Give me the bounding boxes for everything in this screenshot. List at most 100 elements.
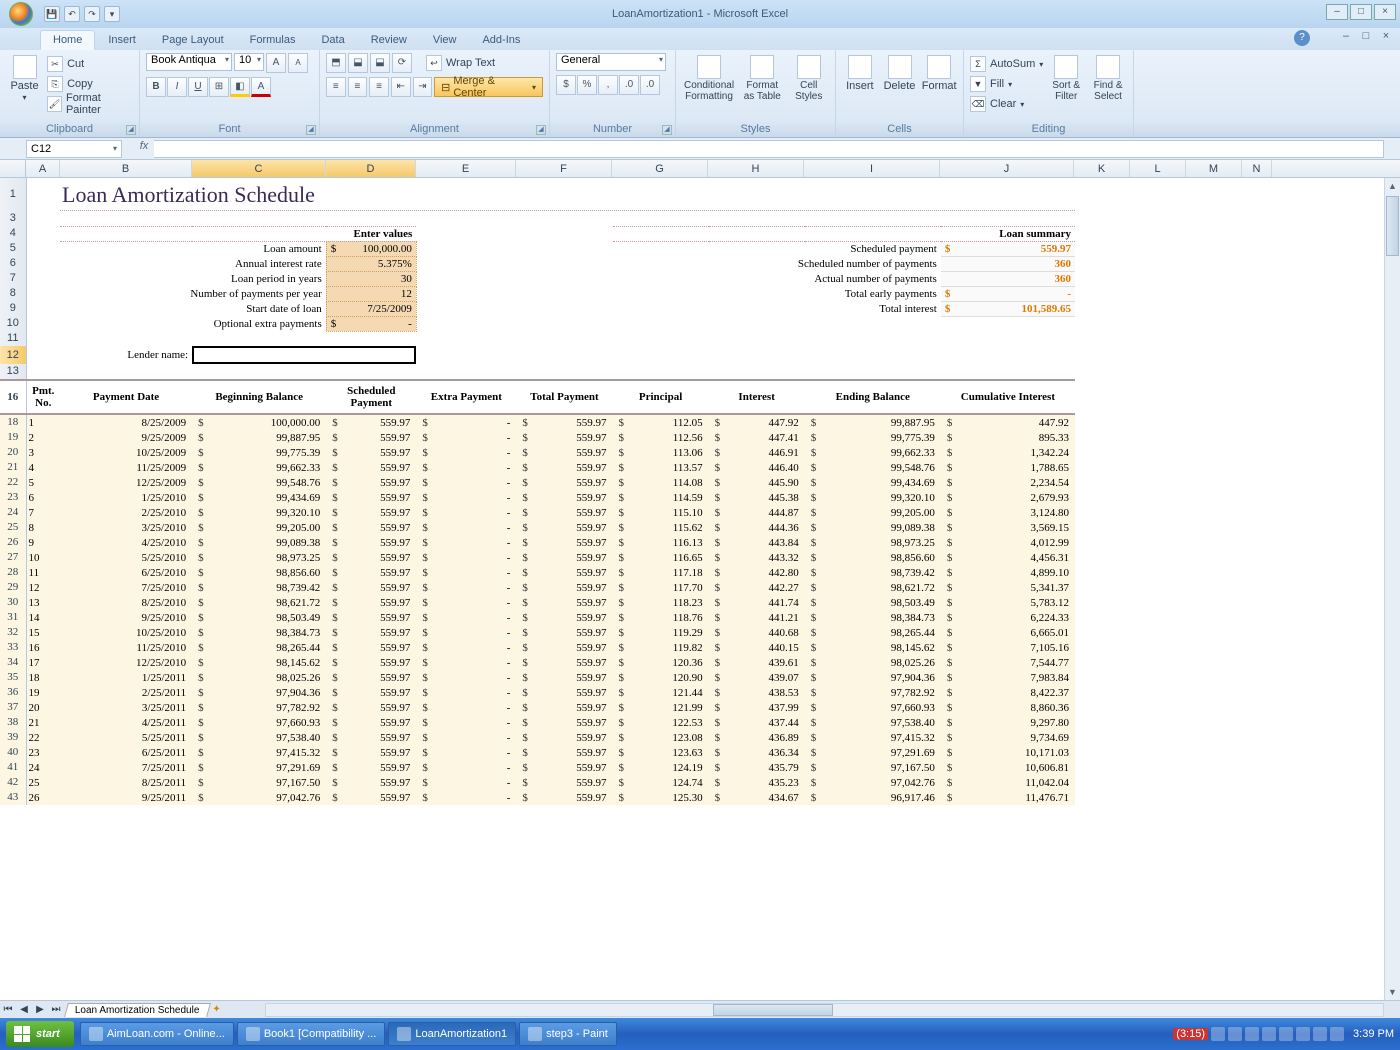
- font-name-dropdown[interactable]: Book Antiqua: [146, 53, 232, 71]
- minimize-button[interactable]: –: [1326, 4, 1348, 20]
- worksheet-grid[interactable]: 1Loan Amortization Schedule34Enter value…: [0, 178, 1400, 1000]
- row-header[interactable]: 40: [0, 745, 26, 760]
- row-header[interactable]: 28: [0, 565, 26, 580]
- row-header[interactable]: 4: [0, 226, 26, 241]
- merge-center-button[interactable]: ⊟Merge & Center▾: [434, 77, 543, 97]
- row-header[interactable]: 39: [0, 730, 26, 745]
- format-painter-button[interactable]: 🖌Format Painter: [47, 95, 133, 113]
- row-header[interactable]: 42: [0, 775, 26, 790]
- row-header[interactable]: 5: [0, 241, 26, 256]
- input-value[interactable]: $100,000.00: [326, 241, 416, 256]
- shrink-font-button[interactable]: A: [288, 53, 308, 73]
- row-header[interactable]: 41: [0, 760, 26, 775]
- doc-minimize-button[interactable]: –: [1338, 30, 1354, 44]
- tray-icon[interactable]: [1262, 1027, 1276, 1041]
- tab-nav-next[interactable]: ▶: [32, 1004, 48, 1015]
- grow-font-button[interactable]: A: [266, 53, 286, 73]
- tab-add-ins[interactable]: Add-Ins: [469, 30, 533, 50]
- row-header[interactable]: 37: [0, 700, 26, 715]
- formula-input[interactable]: [154, 140, 1384, 158]
- row-header[interactable]: 6: [0, 256, 26, 271]
- tab-home[interactable]: Home: [40, 30, 95, 50]
- col-header-K[interactable]: K: [1074, 160, 1130, 177]
- save-icon[interactable]: 💾: [44, 6, 60, 22]
- col-header-J[interactable]: J: [940, 160, 1074, 177]
- scroll-up-icon[interactable]: ▲: [1385, 178, 1400, 194]
- italic-button[interactable]: I: [167, 77, 187, 97]
- input-value[interactable]: 12: [326, 286, 416, 301]
- col-header-N[interactable]: N: [1242, 160, 1272, 177]
- col-header-I[interactable]: I: [804, 160, 940, 177]
- fill-button[interactable]: ▼Fill▾: [970, 75, 1043, 93]
- tab-view[interactable]: View: [420, 30, 470, 50]
- tray-icon[interactable]: [1245, 1027, 1259, 1041]
- sheet-tab[interactable]: Loan Amortization Schedule: [64, 1003, 210, 1017]
- tray-icon[interactable]: [1279, 1027, 1293, 1041]
- tab-nav-first[interactable]: ⏮: [0, 1004, 16, 1015]
- row-header[interactable]: 21: [0, 460, 26, 475]
- row-header[interactable]: 26: [0, 535, 26, 550]
- col-header-C[interactable]: C: [192, 160, 326, 177]
- conditional-formatting-button[interactable]: Conditional Formatting: [682, 53, 736, 102]
- delete-cells-button[interactable]: Delete: [882, 53, 918, 92]
- wrap-text-button[interactable]: ↩Wrap Text: [426, 54, 495, 72]
- insert-cells-button[interactable]: Insert: [842, 53, 878, 92]
- number-format-dropdown[interactable]: General: [556, 53, 666, 71]
- tray-icon[interactable]: [1313, 1027, 1327, 1041]
- row-header[interactable]: 8: [0, 286, 26, 301]
- row-header[interactable]: 20: [0, 445, 26, 460]
- col-header-H[interactable]: H: [708, 160, 804, 177]
- tab-page-layout[interactable]: Page Layout: [149, 30, 237, 50]
- office-button[interactable]: [4, 0, 38, 28]
- tray-icon[interactable]: [1296, 1027, 1310, 1041]
- taskbar-item[interactable]: AimLoan.com - Online...: [80, 1022, 234, 1046]
- paste-button[interactable]: Paste▾: [6, 53, 43, 102]
- taskbar-item[interactable]: step3 - Paint: [519, 1022, 617, 1046]
- col-header-B[interactable]: B: [60, 160, 192, 177]
- increase-decimal-button[interactable]: .0: [619, 75, 639, 95]
- scroll-down-icon[interactable]: ▼: [1385, 984, 1400, 1000]
- row-header[interactable]: 12: [0, 346, 26, 364]
- row-header[interactable]: 16: [0, 380, 26, 414]
- align-middle-button[interactable]: ⬓: [348, 53, 368, 73]
- row-header[interactable]: 10: [0, 316, 26, 331]
- row-header[interactable]: 33: [0, 640, 26, 655]
- input-value[interactable]: 7/25/2009: [326, 301, 416, 316]
- autosum-button[interactable]: ΣAutoSum▾: [970, 55, 1043, 73]
- fx-button[interactable]: fx: [134, 140, 154, 158]
- doc-restore-button[interactable]: □: [1358, 30, 1374, 44]
- row-header[interactable]: 1: [0, 178, 26, 211]
- clipboard-dialog-launcher[interactable]: ◢: [126, 125, 136, 135]
- cut-button[interactable]: ✂Cut: [47, 55, 133, 73]
- vertical-scrollbar[interactable]: ▲ ▼: [1384, 178, 1400, 1000]
- clear-button[interactable]: ⌫Clear▾: [970, 95, 1043, 113]
- start-button[interactable]: start: [6, 1021, 74, 1047]
- row-header[interactable]: 13: [0, 364, 26, 380]
- tab-review[interactable]: Review: [358, 30, 420, 50]
- lender-name-input[interactable]: [192, 346, 416, 364]
- restore-button[interactable]: □: [1350, 4, 1372, 20]
- tab-nav-last[interactable]: ⏭: [48, 1004, 64, 1015]
- row-header[interactable]: 3: [0, 211, 26, 226]
- row-header[interactable]: 34: [0, 655, 26, 670]
- row-header[interactable]: 24: [0, 505, 26, 520]
- qat-customize-icon[interactable]: ▾: [104, 6, 120, 22]
- align-right-button[interactable]: ≡: [369, 77, 389, 97]
- doc-close-button[interactable]: ×: [1378, 30, 1394, 44]
- number-dialog-launcher[interactable]: ◢: [662, 125, 672, 135]
- underline-button[interactable]: U: [188, 77, 208, 97]
- font-size-dropdown[interactable]: 10: [234, 53, 264, 71]
- row-header[interactable]: 38: [0, 715, 26, 730]
- tab-data[interactable]: Data: [308, 30, 357, 50]
- row-header[interactable]: 7: [0, 271, 26, 286]
- align-left-button[interactable]: ≡: [326, 77, 346, 97]
- col-header-L[interactable]: L: [1130, 160, 1186, 177]
- tray-icon[interactable]: [1228, 1027, 1242, 1041]
- fill-color-button[interactable]: ◧: [230, 77, 250, 97]
- decrease-decimal-button[interactable]: .0: [640, 75, 660, 95]
- currency-button[interactable]: $: [556, 75, 576, 95]
- col-header-E[interactable]: E: [416, 160, 516, 177]
- input-value[interactable]: 5.375%: [326, 256, 416, 271]
- row-header[interactable]: 32: [0, 625, 26, 640]
- horizontal-scrollbar[interactable]: [265, 1003, 1384, 1017]
